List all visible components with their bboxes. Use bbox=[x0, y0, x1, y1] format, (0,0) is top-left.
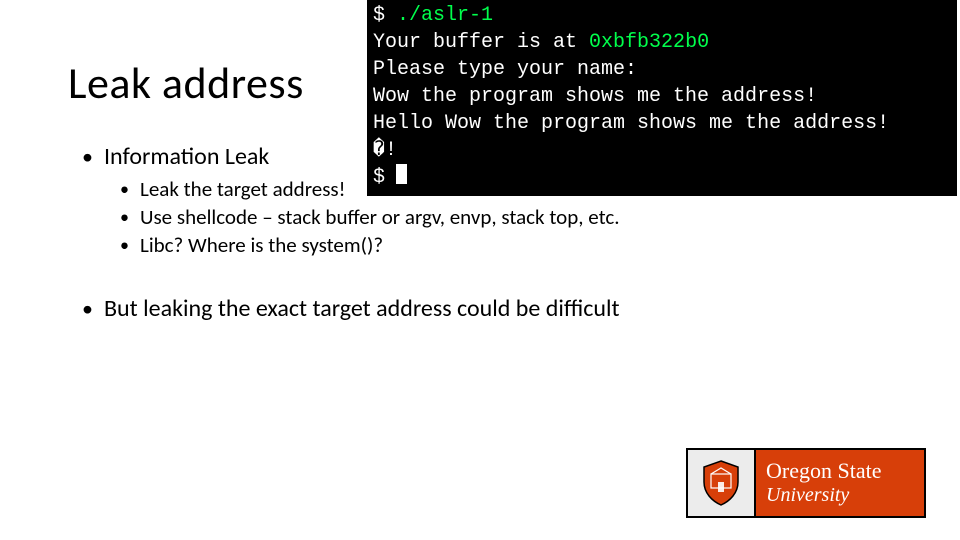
osu-logo: Oregon State University bbox=[686, 448, 926, 518]
logo-line1: Oregon State bbox=[766, 460, 924, 482]
bullet-level1: • Information Leak bbox=[82, 142, 920, 172]
terminal-prompt: $ bbox=[373, 4, 397, 27]
terminal-command: ./aslr-1 bbox=[397, 4, 493, 27]
logo-line2: University bbox=[766, 484, 924, 506]
terminal-line-1: $ ./aslr-1 bbox=[373, 2, 951, 29]
bullet-icon: • bbox=[82, 294, 104, 324]
bullet-text: Use shellcode – stack buffer or argv, en… bbox=[140, 204, 620, 230]
sub-bullet-list: • Leak the target address! • Use shellco… bbox=[120, 176, 920, 258]
terminal-address: 0xbfb322b0 bbox=[589, 31, 709, 54]
slide-content: • Information Leak • Leak the target add… bbox=[82, 142, 920, 328]
bullet-text: Information Leak bbox=[104, 142, 269, 172]
terminal-line-4: Wow the program shows me the address! bbox=[373, 83, 951, 110]
bullet-text: Leak the target address! bbox=[140, 176, 345, 202]
terminal-line-5: Hello Wow the program shows me the addre… bbox=[373, 110, 951, 137]
bullet-level2: • Libc? Where is the system()? bbox=[120, 232, 920, 258]
slide: Leak address $ ./aslr-1 Your buffer is a… bbox=[0, 0, 960, 540]
terminal-line-3: Please type your name: bbox=[373, 56, 951, 83]
bullet-level2: • Use shellcode – stack buffer or argv, … bbox=[120, 204, 920, 230]
bullet-icon: • bbox=[120, 176, 140, 202]
osu-logo-text: Oregon State University bbox=[756, 450, 924, 516]
bullet-level2: • Leak the target address! bbox=[120, 176, 920, 202]
bullet-text: Libc? Where is the system()? bbox=[140, 232, 383, 258]
slide-title: Leak address bbox=[68, 56, 304, 110]
bullet-icon: • bbox=[120, 204, 140, 230]
spacer bbox=[82, 260, 920, 294]
bullet-text: But leaking the exact target address cou… bbox=[104, 294, 620, 324]
bullet-icon: • bbox=[82, 142, 104, 172]
bullet-level1: • But leaking the exact target address c… bbox=[82, 294, 920, 324]
bullet-icon: • bbox=[120, 232, 140, 258]
osu-seal-icon bbox=[688, 450, 756, 516]
terminal-line-2: Your buffer is at 0xbfb322b0 bbox=[373, 29, 951, 56]
